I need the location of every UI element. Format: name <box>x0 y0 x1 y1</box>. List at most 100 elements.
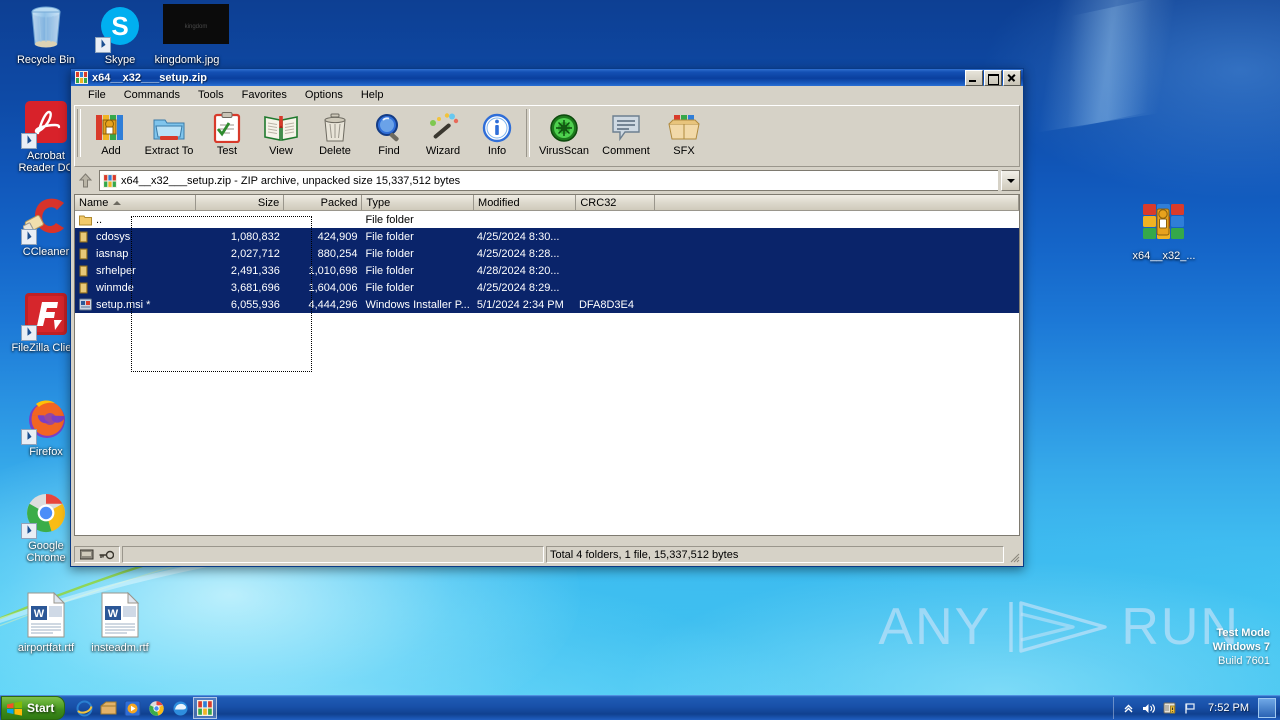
column-header-crc32[interactable]: CRC32 <box>576 195 656 211</box>
table-row[interactable]: cdosys 1,080,832 424,909 File folder 4/25/20… <box>75 228 1019 245</box>
show-desktop-button[interactable] <box>1258 698 1276 718</box>
quick-launch-windows-media-player[interactable] <box>121 698 143 718</box>
column-header-size[interactable]: Size <box>195 195 285 211</box>
winrar-window[interactable]: x64__x32___setup.zip File Commands Tools Fa… <box>70 68 1024 567</box>
toolbar-button-test[interactable]: Test <box>200 109 254 157</box>
menu-item-options[interactable]: Options <box>296 88 352 102</box>
start-button[interactable]: Start <box>1 696 66 720</box>
edge-icon <box>173 701 188 715</box>
cell-name: setup.msi * <box>75 298 196 311</box>
find-icon <box>362 111 416 144</box>
table-row[interactable]: winmde 3,681,696 1,604,006 File folder 4/25/… <box>75 279 1019 296</box>
svg-text:W: W <box>34 608 45 620</box>
toolbar-button-delete[interactable]: Delete <box>308 109 362 157</box>
toolbar-button-virusscan[interactable]: VirusScan <box>533 109 595 157</box>
system-tray[interactable]: 7:52 PM <box>1113 697 1280 719</box>
quick-launch-show-desktop[interactable] <box>97 698 119 718</box>
column-header-label: Modified <box>478 196 520 209</box>
toolbar-button-wizard[interactable]: Wizard <box>416 109 470 157</box>
desktop-icon-insteadm-rtf[interactable]: Winsteadm.rtf <box>84 591 156 654</box>
column-header-type[interactable]: Type <box>362 195 475 211</box>
menu-item-help[interactable]: Help <box>352 88 393 102</box>
table-row[interactable]: iasnap 2,027,712 880,254 File folder 4/25/20… <box>75 245 1019 262</box>
file-rows[interactable]: .. File folder cdosys 1,080,832 424,909 File … <box>75 211 1019 313</box>
desktop-icon-recycle-bin[interactable]: Recycle Bin <box>10 4 82 66</box>
test-mode-line3: Build 7601 <box>1218 655 1270 667</box>
file-name-text: cdosys <box>96 230 131 243</box>
google-chrome-icon <box>21 490 70 539</box>
menu-bar[interactable]: File Commands Tools Favorites Options Help <box>71 86 1023 104</box>
test-mode-line2: Windows 7 <box>1212 641 1270 653</box>
desktop-icon-kingdomk-jpg[interactable]: kingdom kingdomk.jpg <box>151 4 229 66</box>
minimize-button[interactable] <box>965 69 983 86</box>
cell-modified: 4/25/2024 8:28... <box>476 247 560 260</box>
toolbar-button-find[interactable]: Find <box>362 109 416 157</box>
network-flag-icon <box>1185 702 1195 713</box>
show-hidden-icons-button[interactable] <box>1120 700 1136 716</box>
address-dropdown-button[interactable] <box>1001 170 1020 191</box>
desktop-icon-skype[interactable]: S Skype <box>84 4 156 66</box>
column-header-modified[interactable]: Modified <box>474 195 577 211</box>
shortcut-overlay-icon <box>21 325 37 341</box>
quick-launch-google-chrome[interactable] <box>145 698 167 718</box>
address-bar[interactable]: x64__x32___setup.zip - ZIP archive, unpa… <box>74 170 1020 191</box>
test-icon <box>200 111 254 144</box>
menu-item-commands[interactable]: Commands <box>115 88 189 102</box>
toolbar-button-add[interactable]: Add <box>84 109 138 157</box>
cell-name: cdosys <box>75 231 196 243</box>
toolbar[interactable]: Add Extract To Test View Delete Find Wizard Inf… <box>74 105 1020 167</box>
table-row[interactable]: setup.msi * 6,055,936 4,444,296 Windows Ins… <box>75 296 1019 313</box>
taskbar-task-winrar[interactable] <box>193 697 218 719</box>
desktop-icon-label: insteadm.rtf <box>91 642 149 654</box>
close-button[interactable] <box>1003 69 1021 86</box>
acrobat-reader-dc-icon <box>21 100 70 149</box>
quick-launch-internet-explorer[interactable] <box>73 698 95 718</box>
quick-launch-edge[interactable] <box>169 698 191 718</box>
cell-type: File folder <box>365 230 414 243</box>
msi-icon <box>79 298 92 311</box>
volume-tray-icon[interactable] <box>1141 700 1157 716</box>
menu-item-favorites[interactable]: Favorites <box>233 88 296 102</box>
toolbar-button-label: Test <box>216 145 238 157</box>
anyrun-watermark: ANY RUN <box>878 596 1240 658</box>
toolbar-button-label: SFX <box>673 145 695 157</box>
toolbar-button-extract-to[interactable]: Extract To <box>138 109 200 157</box>
column-headers[interactable]: Name Size Packed Type Modified CRC32 <box>75 195 1019 211</box>
column-header-name[interactable]: Name <box>75 195 196 211</box>
cell-packed: 1,010,698 <box>308 264 358 277</box>
column-header-packed[interactable]: Packed <box>284 195 363 211</box>
maximize-button[interactable] <box>984 69 1002 86</box>
wallpaper-glow-topright <box>980 0 1280 200</box>
x64-x32-archive-icon <box>1140 200 1188 248</box>
toolbar-button-info[interactable]: Info <box>470 109 524 157</box>
table-row[interactable]: .. File folder <box>75 211 1019 228</box>
desktop-icon-airportfat-rtf[interactable]: Wairportfat.rtf <box>10 591 82 654</box>
shortcut-overlay-icon <box>95 37 111 53</box>
quick-launch-bar[interactable] <box>73 697 218 719</box>
cell-size: 2,027,712 <box>230 247 280 260</box>
toolbar-button-view[interactable]: View <box>254 109 308 157</box>
file-list[interactable]: Name Size Packed Type Modified CRC32 .. File f… <box>74 194 1020 536</box>
media-player-icon <box>124 700 141 716</box>
toolbar-button-sfx[interactable]: SFX <box>657 109 711 157</box>
menu-item-file[interactable]: File <box>79 88 115 102</box>
up-one-level-button[interactable] <box>74 170 96 191</box>
taskbar[interactable]: Start 7:52 PM <box>0 695 1280 720</box>
status-archive-icons[interactable] <box>74 546 120 563</box>
wizard-icon <box>416 111 470 144</box>
archive-path-combo[interactable]: x64__x32___setup.zip - ZIP archive, unpa… <box>99 170 998 191</box>
network-tray-icon[interactable] <box>1183 700 1199 716</box>
toolbar-button-comment[interactable]: Comment <box>595 109 657 157</box>
shortcut-overlay-icon <box>21 429 37 445</box>
status-selection-info <box>122 546 544 563</box>
cell-type: File folder <box>365 213 414 226</box>
resize-grip[interactable] <box>1006 546 1020 563</box>
window-titlebar[interactable]: x64__x32___setup.zip <box>71 69 1023 86</box>
menu-item-tools[interactable]: Tools <box>189 88 233 102</box>
table-row[interactable]: srhelper 2,491,336 1,010,698 File folder 4/2… <box>75 262 1019 279</box>
column-header-blank[interactable] <box>655 195 1019 211</box>
desktop-icon-x64-x32-archive[interactable]: x64__x32_... <box>1128 200 1200 262</box>
taskbar-clock[interactable]: 7:52 PM <box>1204 702 1253 714</box>
airportfat-rtf-icon: W <box>22 591 70 640</box>
action-center-tray-icon[interactable] <box>1162 700 1178 716</box>
